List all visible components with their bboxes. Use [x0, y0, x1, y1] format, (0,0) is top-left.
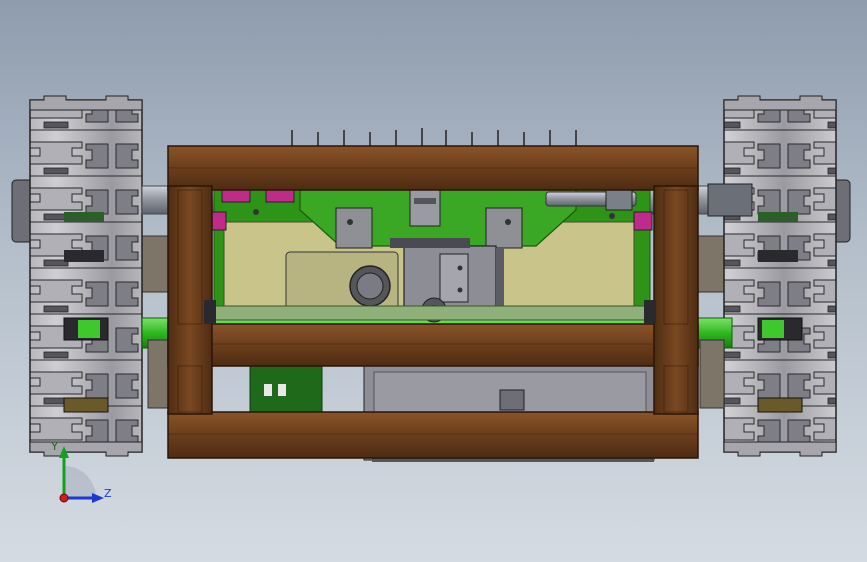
left-axle-end — [78, 320, 100, 338]
right-track-slot — [758, 212, 798, 222]
z-axis-arrow-icon — [92, 493, 104, 503]
right-shaft-coupler — [707, 183, 753, 217]
robot-model: Y Z — [11, 95, 851, 503]
magenta-bearing — [265, 189, 295, 203]
cad-viewport[interactable]: Y Z — [0, 0, 867, 562]
magenta-bearing — [633, 211, 653, 231]
right-bracket — [695, 235, 727, 293]
magenta-bearing — [221, 189, 251, 203]
gray-block — [485, 207, 523, 249]
z-axis-label: Z — [104, 487, 112, 500]
right-track-slot — [757, 397, 803, 413]
frame-clip — [644, 300, 656, 324]
frame-middle-beam — [167, 323, 699, 367]
battery-latch — [499, 389, 525, 411]
triad-arc — [64, 466, 96, 498]
gray-block — [335, 207, 373, 249]
frame-bottom-beam — [167, 411, 699, 459]
right-lower-support — [699, 339, 725, 409]
right-axle-end — [762, 320, 784, 338]
y-axis-label: Y — [50, 440, 58, 453]
base-rail — [213, 305, 655, 321]
inner-mechanism — [211, 187, 655, 323]
magenta-bearing — [211, 211, 227, 231]
left-track-slot — [63, 397, 109, 413]
frame-clip — [204, 300, 216, 324]
left-track-slot — [64, 250, 104, 262]
left-track-slot — [64, 212, 104, 222]
center-slider — [409, 189, 441, 227]
frame-right-post — [653, 185, 699, 415]
top-spikes — [291, 128, 577, 148]
x-axis-dot-icon — [59, 493, 69, 503]
right-track-slot — [758, 250, 798, 262]
